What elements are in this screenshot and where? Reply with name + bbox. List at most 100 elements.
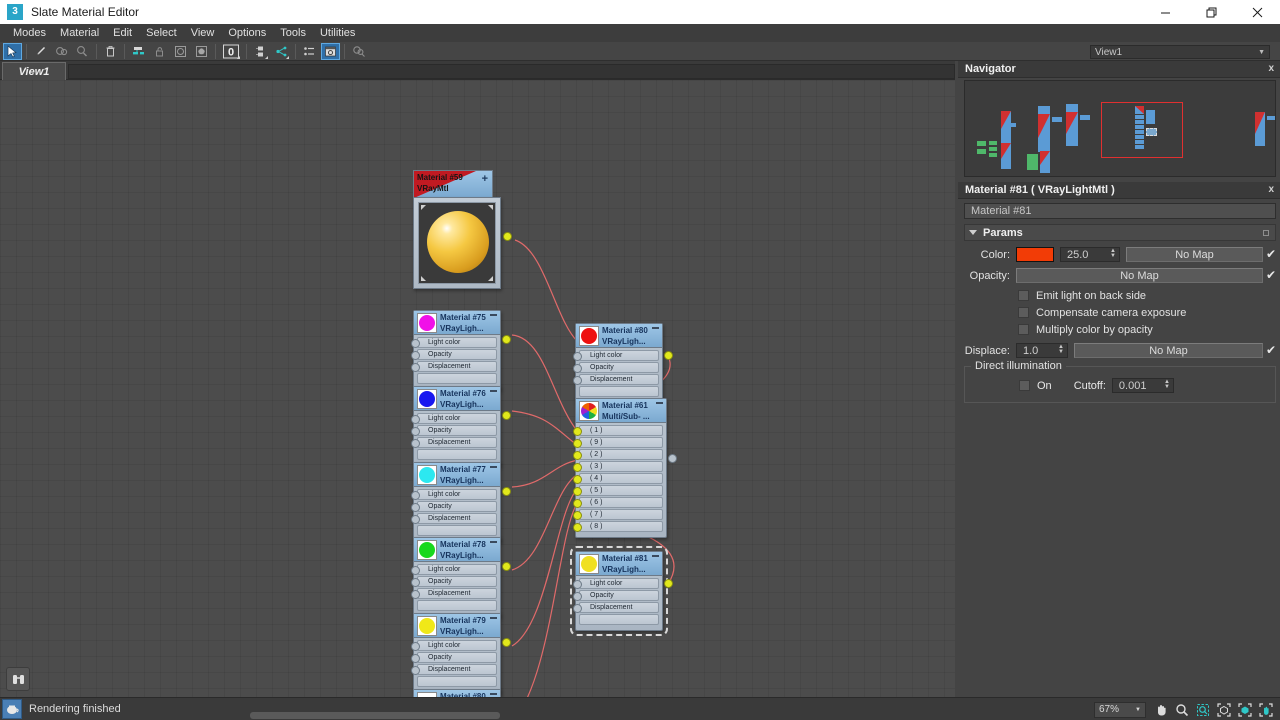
node-socket-row[interactable]: Displacement [573, 374, 659, 385]
zoom-extents-button[interactable] [1214, 700, 1233, 719]
node-color-swatch[interactable] [417, 616, 437, 636]
node-output-socket[interactable] [502, 335, 511, 344]
opacity-map-button[interactable]: No Map [1016, 268, 1263, 283]
color-multiplier-spinner[interactable]: 25.0 ▲ ▼ [1060, 247, 1120, 262]
checker-circle-icon[interactable] [192, 43, 211, 60]
node-socket-row[interactable]: Opacity [411, 425, 497, 436]
multisub-slot-row[interactable]: ( 2 ) [573, 449, 663, 460]
zoom-button[interactable] [1172, 700, 1191, 719]
select-tool[interactable] [3, 42, 22, 60]
input-socket[interactable] [411, 339, 420, 348]
emit-light-back-side-row[interactable]: Emit light on back side [964, 287, 1276, 304]
node-body[interactable]: Material #75 VRayLigh... Light color Opa… [411, 310, 501, 390]
node-socket-row[interactable]: Opacity [573, 590, 659, 601]
node-body[interactable]: Material #81 VRayLigh... Light color Opa… [570, 546, 668, 636]
spinner-arrows-icon[interactable]: ▲ ▼ [1110, 248, 1116, 259]
node-body[interactable]: Material #80 VRayLigh... Light color Opa… [413, 689, 501, 697]
input-socket[interactable] [411, 427, 420, 436]
input-socket[interactable] [573, 352, 582, 361]
node-material-81[interactable]: Material #81 VRayLigh... Light color Opa… [570, 546, 673, 636]
zoom-level-combo[interactable]: 67% ▼ [1094, 701, 1146, 718]
close-button[interactable] [1234, 0, 1280, 24]
input-socket[interactable] [573, 451, 582, 460]
collapse-minus-icon[interactable] [490, 693, 497, 695]
color-swatch-button[interactable] [1016, 247, 1054, 262]
collapse-minus-icon[interactable] [652, 555, 659, 557]
material-name-input[interactable]: Material #81 [964, 203, 1276, 219]
displace-map-button[interactable]: No Map [1074, 343, 1263, 358]
input-socket[interactable] [573, 580, 582, 589]
multisub-slot-row[interactable]: ( 6 ) [573, 497, 663, 508]
node-body[interactable]: Material #77 VRayLigh... Light color Opa… [411, 462, 501, 542]
node-socket-row[interactable]: Displacement [411, 437, 497, 448]
menu-view[interactable]: View [184, 25, 222, 41]
opacity-enable-checkmark[interactable]: ✔ [1263, 269, 1276, 281]
direct-illumination-on-checkbox[interactable] [1019, 380, 1030, 391]
node-material-76[interactable]: Material #76 VRayLigh... Light color Opa… [411, 386, 511, 466]
tabstrip-empty-area[interactable] [68, 64, 955, 79]
panel-icon[interactable] [321, 42, 340, 60]
multisub-slot-row[interactable]: ( 5 ) [573, 485, 663, 496]
menu-material[interactable]: Material [53, 25, 106, 41]
multisub-slot-row[interactable]: ( 4 ) [573, 473, 663, 484]
pan-hand-button[interactable] [1256, 700, 1275, 719]
node-socket-row[interactable]: Opacity [411, 576, 497, 587]
input-socket[interactable] [573, 511, 582, 520]
input-socket[interactable] [411, 642, 420, 651]
node-body[interactable]: Material #76 VRayLigh... Light color Opa… [411, 386, 501, 466]
eyedropper-tool[interactable] [31, 43, 50, 60]
input-socket[interactable] [411, 363, 420, 372]
material-preview-swatch[interactable] [418, 202, 496, 284]
node-material-80-left[interactable]: Material #80 VRayLigh... Light color Opa… [413, 689, 501, 697]
input-socket[interactable] [411, 439, 420, 448]
node-socket-row[interactable]: Displacement [411, 588, 497, 599]
lock-icon[interactable] [150, 43, 169, 60]
node-output-socket[interactable] [502, 411, 511, 420]
multisub-slot-row[interactable]: ( 7 ) [573, 509, 663, 520]
minimize-button[interactable] [1142, 0, 1188, 24]
node-material-75[interactable]: Material #75 VRayLigh... Light color Opa… [411, 310, 511, 390]
node-socket-row[interactable]: Opacity [411, 349, 497, 360]
input-socket[interactable] [573, 427, 582, 436]
dual-ball-icon[interactable] [349, 43, 368, 60]
node-material-79[interactable]: Material #79 VRayLigh... Light color Opa… [411, 613, 511, 693]
pin-icon[interactable] [1263, 229, 1269, 236]
menu-tools[interactable]: Tools [273, 25, 313, 41]
collapse-minus-icon[interactable] [656, 402, 663, 404]
preview-node-output-socket[interactable] [503, 232, 512, 241]
node-socket-row[interactable]: Light color [411, 413, 497, 424]
input-socket[interactable] [573, 364, 582, 373]
input-socket[interactable] [573, 592, 582, 601]
node-socket-row[interactable]: Opacity [411, 501, 497, 512]
maximize-button[interactable] [1188, 0, 1234, 24]
collapse-minus-icon[interactable] [490, 314, 497, 316]
zoom-extents-selected-button[interactable] [1235, 700, 1254, 719]
color-enable-checkmark[interactable]: ✔ [1263, 248, 1276, 260]
menu-modes[interactable]: Modes [6, 25, 53, 41]
node-color-swatch[interactable] [417, 389, 437, 409]
collapse-minus-icon[interactable] [652, 327, 659, 329]
node-tree-icon[interactable] [272, 43, 291, 60]
trash-icon[interactable] [101, 43, 120, 60]
menu-edit[interactable]: Edit [106, 25, 139, 41]
node-output-socket[interactable] [668, 454, 677, 463]
node-header[interactable]: Material #80 VRayLigh... [414, 690, 500, 697]
node-header[interactable]: Material #78 VRayLigh... [414, 538, 500, 562]
node-color-swatch[interactable] [579, 401, 599, 421]
preview-node-body[interactable] [413, 197, 501, 289]
cutoff-spinner[interactable]: 0.001 ▲ ▼ [1111, 378, 1174, 393]
node-body[interactable]: Material #79 VRayLigh... Light color Opa… [411, 613, 501, 693]
input-socket[interactable] [573, 463, 582, 472]
multisub-slot-row[interactable]: ( 9 ) [573, 437, 663, 448]
collapse-minus-icon[interactable] [490, 541, 497, 543]
input-socket[interactable] [573, 475, 582, 484]
node-socket-row[interactable]: Light color [411, 564, 497, 575]
node-header[interactable]: Material #80 VRayLigh... [576, 324, 662, 348]
input-socket[interactable] [411, 666, 420, 675]
input-socket[interactable] [573, 487, 582, 496]
expand-plus-icon[interactable]: + [482, 174, 488, 185]
input-socket[interactable] [573, 604, 582, 613]
node-output-socket[interactable] [502, 562, 511, 571]
node-body[interactable]: Material #80 VRayLigh... Light color Opa… [573, 323, 663, 403]
node-socket-row[interactable]: Light color [411, 337, 497, 348]
